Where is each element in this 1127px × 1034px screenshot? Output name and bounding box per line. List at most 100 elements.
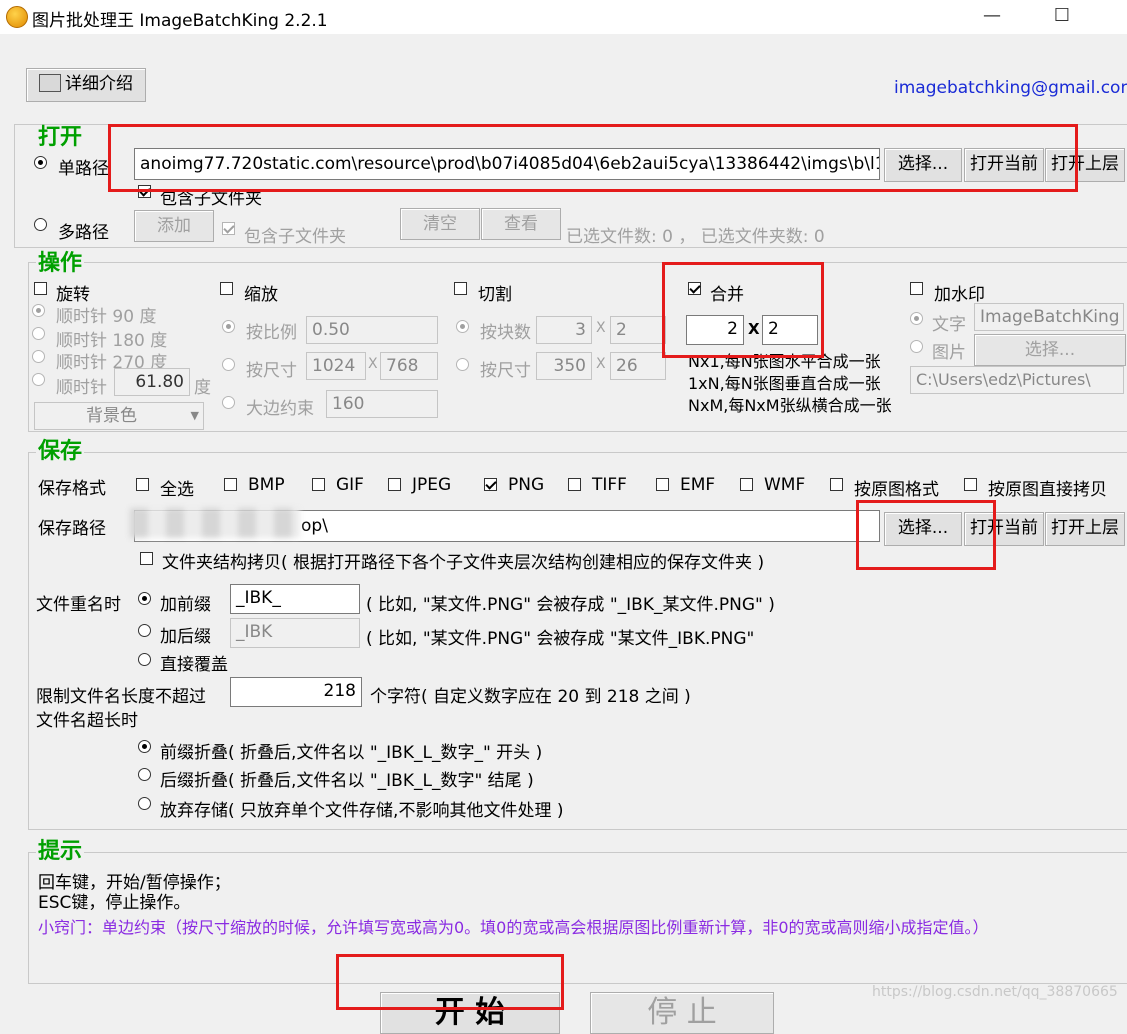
fold-prefix-radio[interactable] — [138, 740, 151, 753]
suffix-label: 加后缀 — [160, 627, 211, 647]
cut-checkbox[interactable] — [454, 282, 467, 295]
scale-size-radio[interactable] — [222, 358, 235, 371]
tip-line-3: 小窍门：单边约束（按尺寸缩放的时候，允许填写宽或高为0。填0的宽或高会根据原图比… — [38, 918, 989, 937]
maximize-button[interactable]: ☐ — [1042, 4, 1082, 28]
cut-height-input[interactable]: 26 — [610, 352, 666, 380]
format-checkbox-2[interactable] — [312, 478, 325, 491]
rotate-90-label: 顺时针 90 度 — [56, 307, 157, 327]
open-current-button[interactable]: 打开当前 — [964, 148, 1044, 182]
multi-path-label: 多路径 — [58, 223, 109, 243]
rotate-checkbox[interactable] — [34, 282, 47, 295]
save-choose-button[interactable]: 选择... — [884, 512, 962, 546]
view-button[interactable]: 查看 — [481, 208, 561, 240]
format-checkbox-0[interactable] — [136, 478, 149, 491]
format-checkbox-5[interactable] — [568, 478, 581, 491]
merge-hint-3: NxM,每NxM张纵横合成一张 — [688, 396, 892, 415]
open-parent-button[interactable]: 打开上层 — [1045, 148, 1125, 182]
limit-input[interactable]: 218 — [230, 677, 362, 707]
merge-label: 合并 — [710, 285, 744, 305]
include-sub-label: 包含子文件夹 — [160, 189, 262, 209]
merge-checkbox[interactable] — [688, 282, 701, 295]
rotate-90-radio[interactable] — [32, 304, 45, 317]
discard-radio[interactable] — [138, 797, 151, 810]
fold-suffix-radio[interactable] — [138, 768, 151, 781]
merge-n-input[interactable]: 2 — [686, 315, 744, 345]
prefix-hint: ( 比如, "某文件.PNG" 会被存成 "_IBK_某文件.PNG" ) — [366, 595, 775, 615]
watermark-checkbox[interactable] — [910, 282, 923, 295]
email-link[interactable]: imagebatchking@gmail.com — [894, 78, 1127, 98]
cut-size-radio[interactable] — [456, 358, 469, 371]
format-label-6: EMF — [680, 475, 716, 495]
scale-label: 缩放 — [244, 285, 278, 305]
scale-height-input[interactable]: 768 — [380, 352, 438, 380]
format-label-0: 全选 — [160, 480, 194, 500]
selected-count-text: 已选文件数: 0 ， 已选文件夹数: 0 — [566, 227, 825, 247]
chevron-down-icon: ▼ — [190, 409, 199, 422]
cut-size-x-label: X — [596, 356, 606, 372]
watermark-text-radio[interactable] — [910, 312, 923, 325]
open-choose-button[interactable]: 选择... — [884, 148, 962, 182]
scale-checkbox[interactable] — [220, 282, 233, 295]
format-checkbox-8[interactable] — [830, 478, 843, 491]
cut-blocks-label: 按块数 — [480, 323, 531, 343]
discard-label: 放弃存储( 只放弃单个文件存储,不影响其他文件处理 ) — [160, 801, 564, 821]
start-button[interactable]: 开 始 — [380, 992, 560, 1034]
stop-button[interactable]: 停 止 — [590, 992, 774, 1034]
include-sub-multi-checkbox[interactable] — [222, 222, 235, 235]
intro-button[interactable]: 详细介绍 — [26, 68, 146, 102]
add-path-button[interactable]: 添加 — [134, 210, 214, 242]
minimize-button[interactable]: — — [972, 4, 1012, 28]
merge-m-input[interactable]: 2 — [762, 315, 818, 345]
prefix-input[interactable]: _IBK_ — [230, 584, 360, 614]
cut-width-input[interactable]: 350 — [536, 352, 592, 380]
watermark-text-input[interactable]: ImageBatchKing — [974, 303, 1124, 331]
overwrite-radio[interactable] — [138, 653, 151, 666]
cut-blocks-y-input[interactable]: 2 — [610, 316, 666, 344]
rotate-angle-input[interactable]: 61.80 — [114, 368, 190, 396]
scale-width-input[interactable]: 1024 — [306, 352, 366, 380]
save-format-label: 保存格式 — [38, 479, 106, 499]
suffix-radio[interactable] — [138, 624, 151, 637]
suffix-input[interactable]: _IBK — [230, 618, 360, 648]
single-path-input[interactable]: anoimg77.720static.com\resource\prod\b07… — [134, 148, 880, 180]
csdn-watermark: https://blog.csdn.net/qq_38870665 — [872, 984, 1118, 1000]
scale-ratio-radio[interactable] — [222, 320, 235, 333]
rotate-custom-radio[interactable] — [32, 373, 45, 386]
prefix-radio[interactable] — [138, 592, 151, 605]
scale-max-edge-radio[interactable] — [222, 396, 235, 409]
format-label-4: PNG — [508, 475, 545, 495]
scale-max-edge-label: 大边约束 — [246, 399, 314, 419]
format-checkbox-9[interactable] — [964, 478, 977, 491]
cut-size-label: 按尺寸 — [480, 361, 531, 381]
rotate-custom-label: 顺时针 — [56, 378, 107, 398]
multi-path-radio[interactable] — [34, 218, 47, 231]
background-color-select[interactable]: 背景色 ▼ — [34, 402, 204, 430]
format-checkbox-1[interactable] — [224, 478, 237, 491]
include-sub-checkbox[interactable] — [138, 185, 151, 198]
struct-copy-label: 文件夹结构拷贝( 根据打开路径下各个子文件夹层次结构创建相应的保存文件夹 ) — [162, 553, 765, 573]
struct-copy-checkbox[interactable] — [140, 552, 153, 565]
save-open-parent-button[interactable]: 打开上层 — [1045, 512, 1125, 546]
format-checkbox-3[interactable] — [388, 478, 401, 491]
save-open-current-button[interactable]: 打开当前 — [964, 512, 1044, 546]
overwrite-label: 直接覆盖 — [160, 655, 228, 675]
format-checkbox-6[interactable] — [656, 478, 669, 491]
open-group-title: 打开 — [36, 125, 85, 150]
scale-max-edge-input[interactable]: 160 — [326, 390, 438, 418]
format-checkbox-4[interactable] — [484, 478, 497, 491]
scale-ratio-input[interactable]: 0.50 — [306, 316, 438, 344]
watermark-image-choose-button[interactable]: 选择... — [974, 334, 1126, 366]
fold-prefix-label: 前缀折叠( 折叠后,文件名以 "_IBK_L_数字_" 开头 ) — [160, 743, 543, 763]
watermark-image-path-input[interactable]: C:\Users\edz\Pictures\ — [910, 366, 1124, 394]
cut-blocks-x-input[interactable]: 3 — [536, 316, 592, 344]
format-label-5: TIFF — [592, 475, 627, 495]
single-path-radio[interactable] — [34, 156, 47, 169]
rotate-270-radio[interactable] — [32, 350, 45, 363]
watermark-image-radio[interactable] — [910, 340, 923, 353]
rotate-180-radio[interactable] — [32, 327, 45, 340]
watermark-image-label: 图片 — [932, 343, 966, 363]
clear-button[interactable]: 清空 — [400, 208, 480, 240]
format-checkbox-7[interactable] — [740, 478, 753, 491]
format-label-1: BMP — [248, 475, 285, 495]
cut-blocks-radio[interactable] — [456, 320, 469, 333]
